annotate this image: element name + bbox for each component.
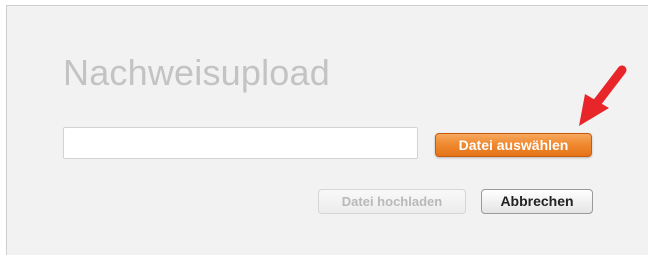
cancel-button[interactable]: Abbrechen xyxy=(481,189,593,214)
red-arrow-pointer-icon xyxy=(579,65,627,126)
upload-file-button: Datei hochladen xyxy=(318,189,466,214)
upload-dialog: Nachweisupload Datei auswählen Datei hoc… xyxy=(6,5,648,255)
file-path-input[interactable] xyxy=(63,127,418,159)
page-title: Nachweisupload xyxy=(63,52,330,93)
